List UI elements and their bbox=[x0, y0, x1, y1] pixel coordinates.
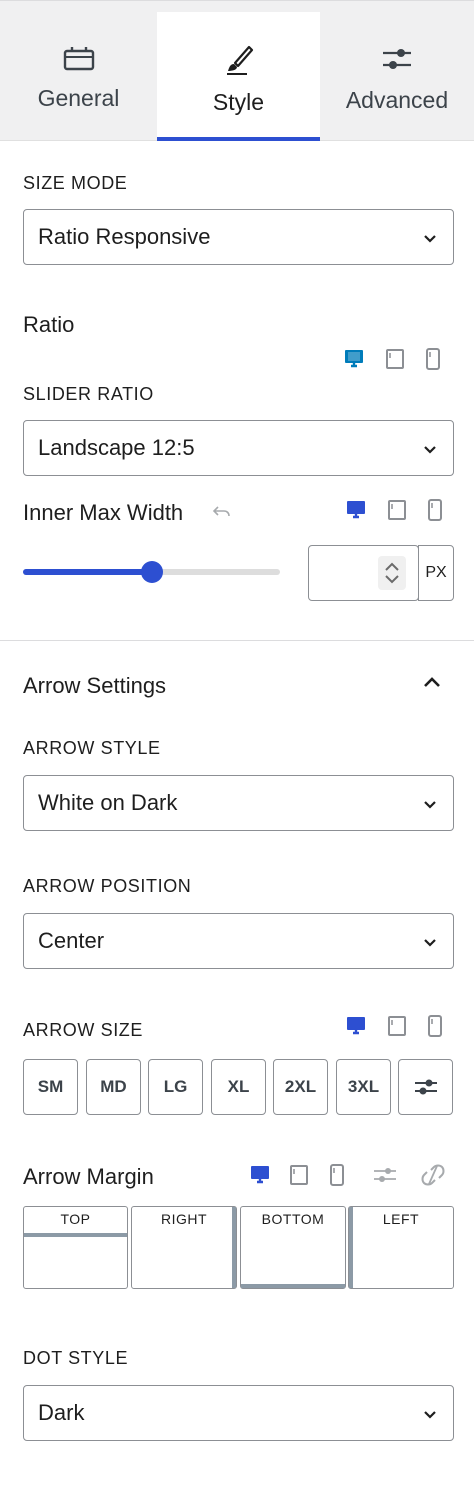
reset-icon[interactable] bbox=[212, 504, 232, 520]
margin-bottom-input[interactable]: BOTTOM bbox=[240, 1206, 346, 1289]
ratio-heading: Ratio bbox=[23, 312, 75, 337]
briefcase-icon bbox=[63, 47, 94, 71]
arrow-size-sm[interactable]: SM bbox=[23, 1059, 78, 1115]
arrow-settings-heading: Arrow Settings bbox=[23, 673, 167, 698]
section-divider bbox=[0, 640, 474, 641]
arrow-style-select[interactable]: White on Dark bbox=[23, 775, 454, 831]
inner-max-width-label: Inner Max Width bbox=[23, 500, 184, 525]
tablet-icon[interactable] bbox=[385, 348, 405, 370]
slider-fill bbox=[23, 569, 152, 575]
mobile-icon[interactable] bbox=[427, 499, 443, 521]
arrow-position-select[interactable]: Center bbox=[23, 913, 454, 969]
margin-left-label: LEFT bbox=[382, 1211, 420, 1227]
tablet-icon[interactable] bbox=[289, 1164, 309, 1186]
chevron-down-icon bbox=[424, 801, 436, 809]
chevron-down-icon bbox=[424, 235, 436, 243]
sliders-icon bbox=[383, 49, 411, 69]
tab-general-label: General bbox=[37, 85, 120, 111]
sliders-icon bbox=[414, 1079, 437, 1095]
dot-style-select[interactable]: Dark bbox=[23, 1385, 454, 1441]
mobile-icon[interactable] bbox=[427, 1015, 443, 1037]
chevron-up-icon[interactable] bbox=[421, 674, 443, 692]
margin-top-input[interactable]: TOP bbox=[23, 1206, 128, 1289]
mobile-icon[interactable] bbox=[425, 348, 441, 370]
inner-width-device-switcher bbox=[345, 499, 443, 521]
arrow-size-3xl[interactable]: 3XL bbox=[336, 1059, 391, 1115]
arrow-size-2xl[interactable]: 2XL bbox=[273, 1059, 328, 1115]
chevron-down-icon bbox=[424, 1411, 436, 1419]
margin-right-label: RIGHT bbox=[160, 1211, 208, 1227]
arrow-position-value: Center bbox=[38, 928, 105, 953]
margin-right-indicator bbox=[232, 1207, 236, 1288]
tab-bar: General Style Advanced bbox=[0, 0, 474, 141]
tablet-icon[interactable] bbox=[387, 1015, 407, 1037]
margin-bottom-label: BOTTOM bbox=[261, 1211, 325, 1227]
arrow-style-label: ARROW STYLE bbox=[23, 738, 161, 758]
arrow-style-value: White on Dark bbox=[38, 790, 178, 815]
inner-max-width-input[interactable] bbox=[308, 545, 419, 601]
slider-ratio-value: Landscape 12:5 bbox=[38, 435, 195, 460]
arrow-position-label: ARROW POSITION bbox=[23, 876, 192, 896]
arrow-size-device-switcher bbox=[345, 1015, 443, 1037]
chevron-down-icon bbox=[424, 939, 436, 947]
tablet-icon[interactable] bbox=[387, 499, 407, 521]
chevron-up-down-icon bbox=[385, 562, 399, 584]
margin-left-input[interactable]: LEFT bbox=[348, 1206, 454, 1289]
dot-style-value: Dark bbox=[38, 1400, 85, 1425]
tab-style[interactable]: Style bbox=[157, 12, 320, 141]
slider-thumb[interactable] bbox=[141, 561, 163, 583]
margin-bottom-indicator bbox=[241, 1284, 345, 1288]
arrow-size-md[interactable]: MD bbox=[86, 1059, 141, 1115]
inner-max-width-slider[interactable] bbox=[23, 561, 280, 583]
size-mode-value: Ratio Responsive bbox=[38, 224, 211, 249]
arrow-margin-device-switcher bbox=[249, 1164, 445, 1186]
desktop-icon[interactable] bbox=[343, 348, 365, 370]
slider-ratio-label: SLIDER RATIO bbox=[23, 384, 154, 404]
unlink-icon[interactable] bbox=[421, 1164, 445, 1186]
tab-advanced[interactable]: Advanced bbox=[320, 12, 474, 141]
margin-top-label: TOP bbox=[60, 1211, 91, 1227]
desktop-icon[interactable] bbox=[249, 1164, 271, 1186]
dot-style-label: DOT STYLE bbox=[23, 1348, 129, 1368]
arrow-size-label: ARROW SIZE bbox=[23, 1020, 144, 1040]
tab-general[interactable]: General bbox=[0, 12, 157, 141]
desktop-icon[interactable] bbox=[345, 1015, 367, 1037]
arrow-size-lg[interactable]: LG bbox=[148, 1059, 203, 1115]
size-mode-select[interactable]: Ratio Responsive bbox=[23, 209, 454, 265]
unit-selector[interactable]: PX bbox=[418, 545, 454, 601]
sliders-icon[interactable] bbox=[373, 1164, 397, 1186]
size-mode-label: SIZE MODE bbox=[23, 173, 128, 193]
margin-right-input[interactable]: RIGHT bbox=[131, 1206, 237, 1289]
brush-icon bbox=[226, 45, 253, 75]
mobile-icon[interactable] bbox=[329, 1164, 345, 1186]
arrow-size-xl[interactable]: XL bbox=[211, 1059, 266, 1115]
tab-style-label: Style bbox=[212, 89, 265, 115]
number-spinner[interactable] bbox=[378, 556, 406, 590]
tab-advanced-label: Advanced bbox=[345, 87, 449, 113]
chevron-down-icon bbox=[424, 446, 436, 454]
margin-top-indicator bbox=[24, 1233, 127, 1237]
margin-left-indicator bbox=[349, 1207, 353, 1288]
arrow-margin-label: Arrow Margin bbox=[23, 1164, 154, 1189]
ratio-device-switcher bbox=[343, 348, 441, 370]
desktop-icon[interactable] bbox=[345, 499, 367, 521]
arrow-size-custom-button[interactable] bbox=[398, 1059, 453, 1115]
slider-ratio-select[interactable]: Landscape 12:5 bbox=[23, 420, 454, 476]
